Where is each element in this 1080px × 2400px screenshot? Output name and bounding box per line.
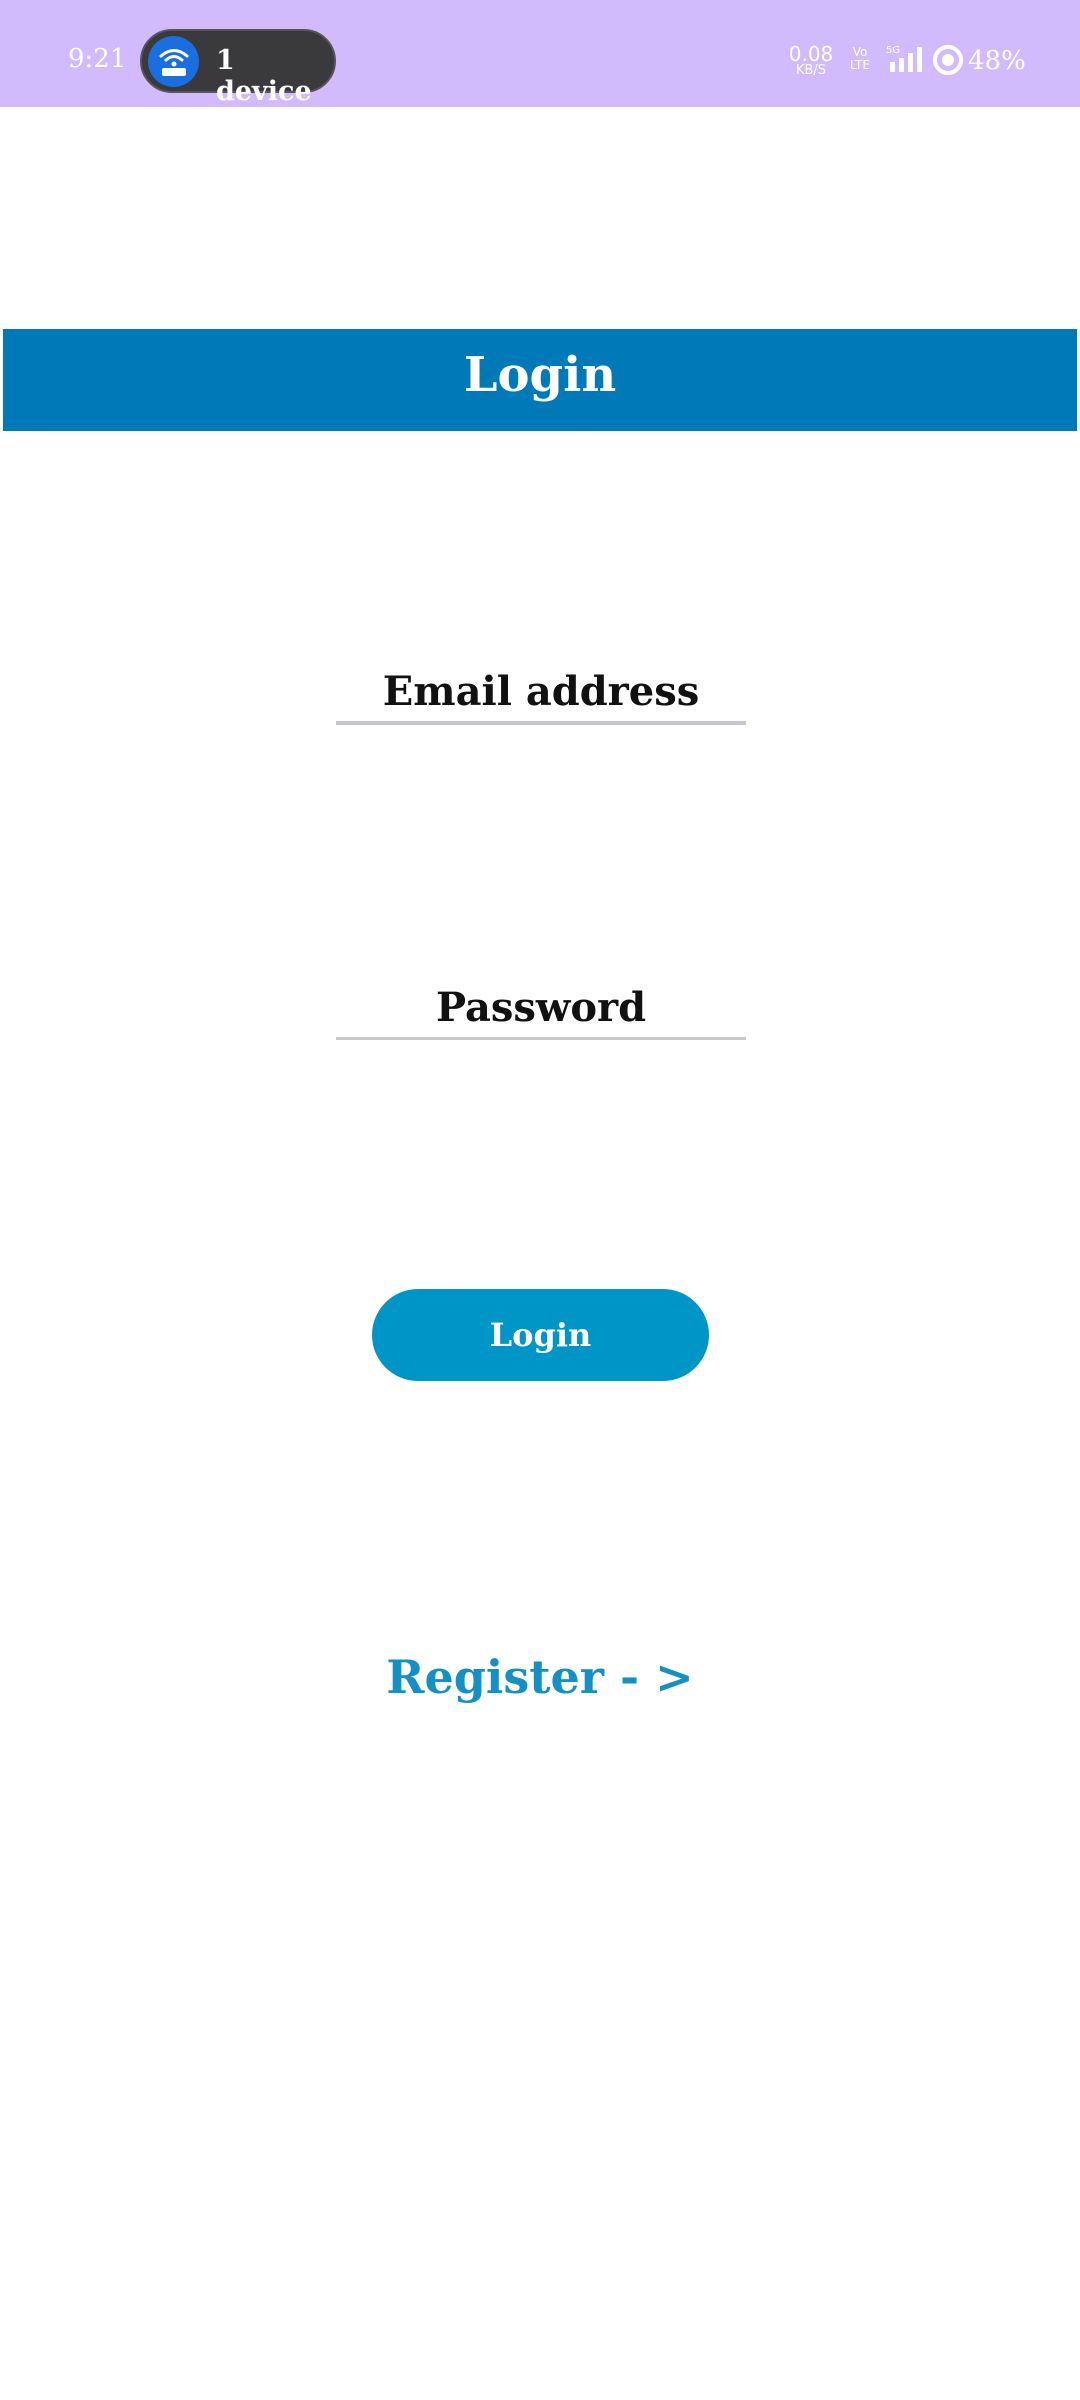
password-field[interactable]: Password: [336, 984, 746, 1040]
header-bar: Login: [3, 329, 1077, 431]
hotspot-device-count: 1 device: [216, 45, 312, 107]
volte-bottom: LTE: [850, 57, 870, 72]
page-title: Login: [463, 347, 617, 403]
email-label[interactable]: Email address: [336, 668, 746, 715]
battery-icon: [932, 44, 964, 80]
hotspot-icon: [148, 36, 199, 87]
battery-percentage: 48%: [968, 46, 1026, 76]
login-button[interactable]: Login: [372, 1289, 709, 1381]
email-underline: [336, 721, 746, 725]
network-speed: 0.08 KB/S: [786, 44, 836, 77]
status-time: 9:21: [68, 44, 127, 74]
password-label[interactable]: Password: [336, 984, 746, 1031]
status-bar: 9:21 1 device 0.08 KB/S Vo LTE 5G 48%: [0, 0, 1080, 107]
hotspot-devices-pill[interactable]: 1 device: [140, 29, 336, 107]
network-speed-value: 0.08: [788, 42, 834, 66]
email-field[interactable]: Email address: [336, 668, 746, 725]
password-underline: [336, 1037, 746, 1040]
signal-icon: 5G: [886, 44, 928, 78]
volte-icon: Vo LTE: [848, 46, 872, 71]
network-type: 5G: [886, 45, 900, 56]
register-link[interactable]: Register - >: [0, 1650, 1080, 1704]
